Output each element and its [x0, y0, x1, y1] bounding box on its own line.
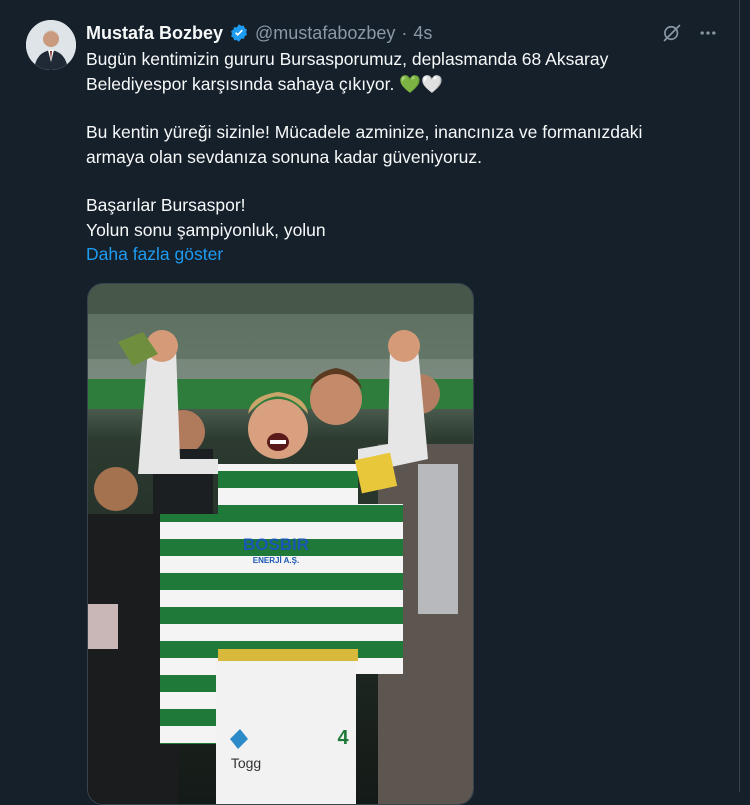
separator-dot: ·: [401, 23, 408, 43]
author-name[interactable]: Mustafa Bozbey: [86, 22, 223, 44]
shorts-number: 4: [337, 727, 349, 749]
author-handle[interactable]: @mustafabozbey: [255, 22, 395, 44]
timestamp[interactable]: 4s: [413, 22, 432, 44]
more-options-icon[interactable]: [697, 22, 719, 44]
tweet-line: Bu kentin yüreği sizinle! Mücadele azmin…: [86, 122, 643, 142]
show-more-link[interactable]: Daha fazla göster: [86, 242, 706, 267]
shorts-sponsor-text: Togg: [231, 755, 261, 771]
tweet-actions: [661, 22, 719, 44]
tweet-text: Bugün kentimizin gururu Bursasporumuz, d…: [86, 47, 706, 267]
tweet-card[interactable]: Mustafa Bozbey @mustafabozbey · 4s Bugün…: [0, 0, 740, 805]
tweet-header: Mustafa Bozbey @mustafabozbey · 4s: [86, 22, 432, 44]
grok-icon[interactable]: [661, 22, 683, 44]
tweet-line: Belediyespor karşısında sahaya çıkıyor. …: [86, 73, 443, 94]
tweet-photo[interactable]: BOSBIR ENERJİ A.Ş. Togg 4: [87, 283, 474, 805]
sponsor-logo-text: BOSBIR: [243, 535, 309, 554]
sponsor-logo-subtext: ENERJİ A.Ş.: [253, 556, 299, 565]
tweet-line: armaya olan sevdanıza sonuna kadar güven…: [86, 146, 482, 167]
tweet-line: Yolun sonu şampiyonluk, yolun: [86, 219, 326, 240]
football-celebration-photo: BOSBIR ENERJİ A.Ş. Togg 4: [88, 284, 473, 804]
verified-badge-icon: [229, 23, 249, 43]
tweet-line: Bugün kentimizin gururu Bursasporumuz, d…: [86, 49, 609, 69]
tweet-line: Başarılar Bursaspor!: [86, 195, 246, 215]
avatar[interactable]: [26, 20, 76, 70]
avatar-image: [26, 20, 76, 70]
